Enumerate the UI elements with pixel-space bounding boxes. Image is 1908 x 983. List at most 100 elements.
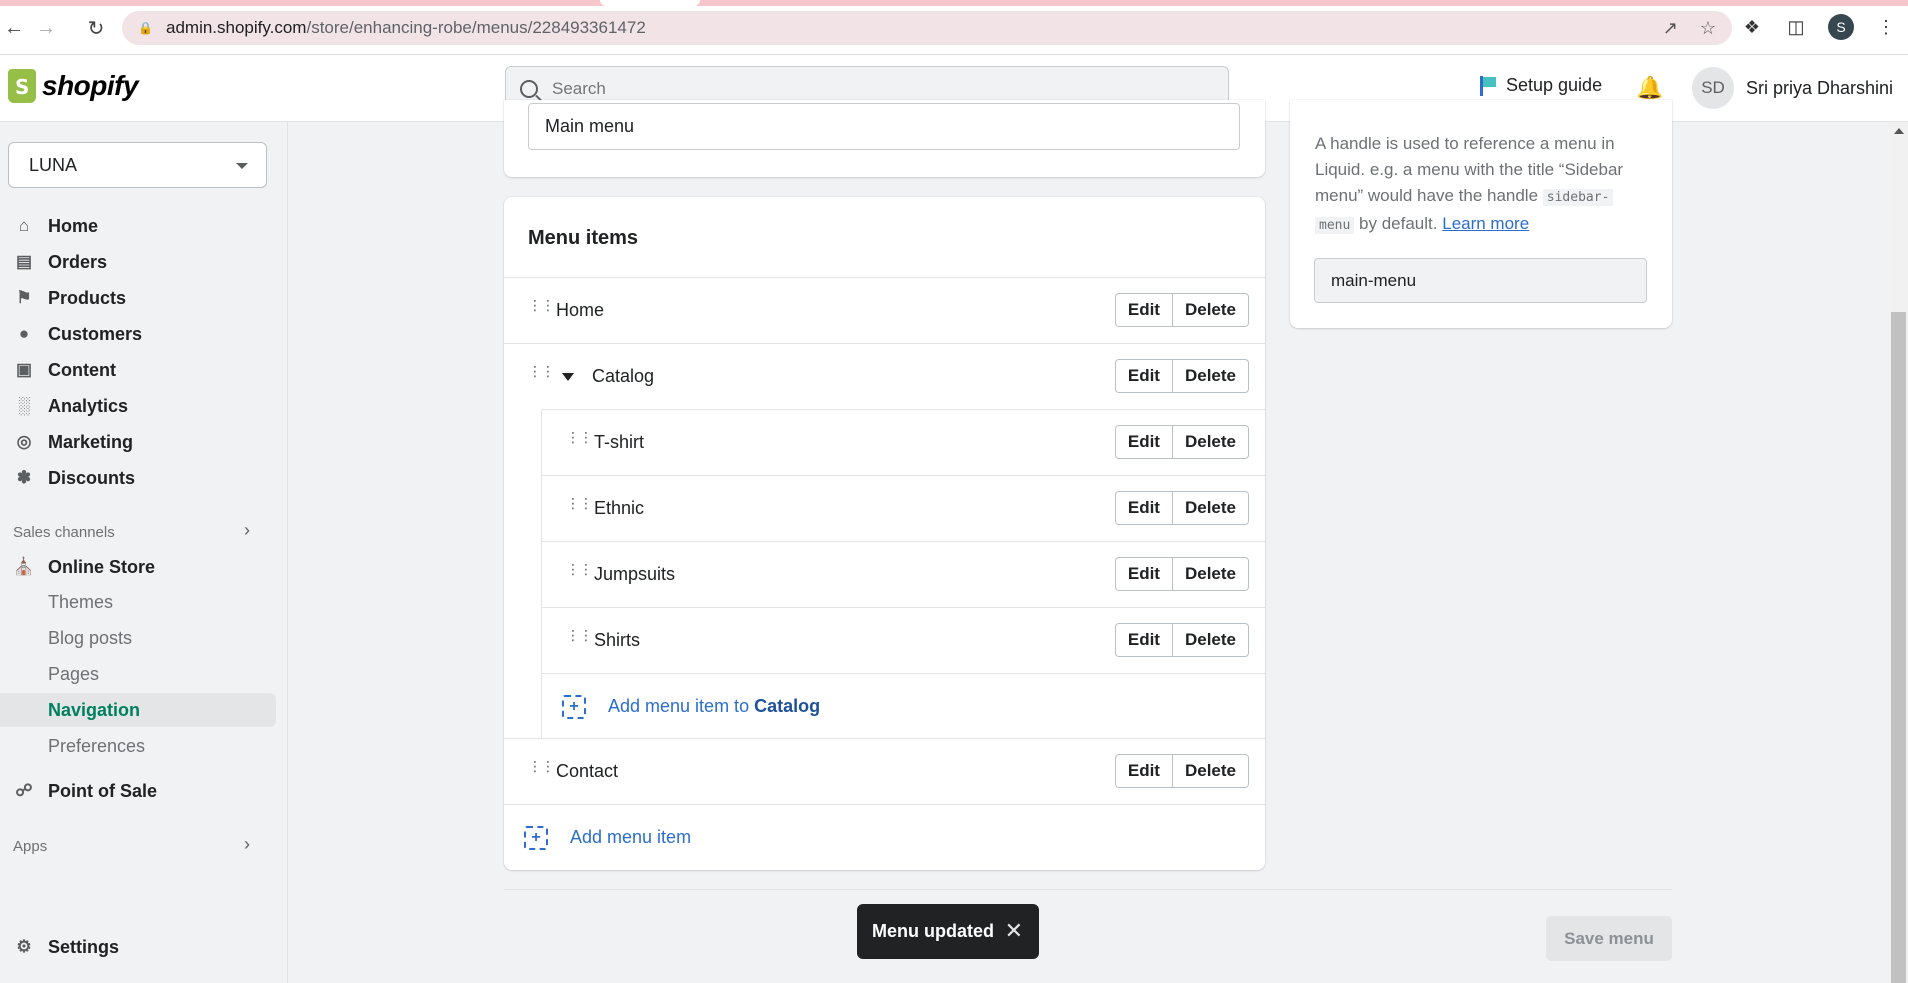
menu-item-row: ⋮⋮ Catalog Edit Delete bbox=[504, 343, 1265, 409]
drag-handle-icon[interactable]: ⋮⋮ bbox=[528, 365, 555, 385]
sidebar-item-analytics[interactable]: ░ Analytics bbox=[14, 391, 128, 421]
menu-child-row: ⋮⋮ T-shirt Edit Delete bbox=[542, 409, 1265, 475]
sidebar-item-home[interactable]: ⌂ Home bbox=[14, 211, 98, 241]
forward-arrow-icon[interactable]: → bbox=[32, 14, 60, 42]
user-menu[interactable]: SD Sri priya Dharshini bbox=[1692, 67, 1893, 109]
shopify-logo[interactable]: shopify bbox=[8, 69, 139, 103]
drag-handle-icon[interactable]: ⋮⋮ bbox=[566, 563, 593, 583]
marketing-icon: ◎ bbox=[16, 432, 32, 451]
add-box-icon[interactable]: + bbox=[524, 825, 548, 850]
sidebar-item-customers[interactable]: ● Customers bbox=[14, 319, 142, 349]
home-icon: ⌂ bbox=[18, 216, 30, 235]
page-scrollbar[interactable] bbox=[1889, 122, 1908, 983]
url-text: admin.shopify.com/store/enhancing-robe/m… bbox=[166, 18, 646, 37]
sidebar-sub-blog-posts[interactable]: Blog posts bbox=[48, 628, 132, 649]
edit-button[interactable]: Edit bbox=[1114, 425, 1173, 459]
star-icon[interactable]: ☆ bbox=[1700, 18, 1716, 39]
drag-handle-icon[interactable]: ⋮⋮ bbox=[566, 629, 593, 649]
sidebar-sub-preferences[interactable]: Preferences bbox=[48, 736, 145, 757]
kebab-menu-icon[interactable]: ⋮ bbox=[1874, 15, 1898, 39]
sales-channels-label: Sales channels bbox=[13, 524, 115, 541]
sidebar-item-products[interactable]: ⚑ Products bbox=[14, 283, 126, 313]
add-box-icon[interactable]: + bbox=[562, 694, 586, 719]
lock-icon: 🔒 bbox=[138, 21, 153, 35]
drag-handle-icon[interactable]: ⋮⋮ bbox=[566, 497, 593, 517]
menu-child-row: ⋮⋮ Ethnic Edit Delete bbox=[542, 475, 1265, 541]
sidebar: LUNA ⌂ Home ▤ Orders ⚑ Products ● Custom… bbox=[0, 122, 288, 983]
delete-button[interactable]: Delete bbox=[1172, 293, 1249, 327]
menu-child-row: ⋮⋮ Jumpsuits Edit Delete bbox=[542, 541, 1265, 607]
chevron-right-icon[interactable]: › bbox=[244, 834, 250, 855]
caret-down-icon[interactable] bbox=[562, 372, 574, 381]
edit-button[interactable]: Edit bbox=[1114, 557, 1173, 591]
store-icon: ⛪ bbox=[13, 557, 35, 576]
handle-description: A handle is used to reference a menu in … bbox=[1315, 134, 1624, 234]
gear-icon: ⚙ bbox=[16, 937, 32, 956]
delete-button[interactable]: Delete bbox=[1172, 557, 1249, 591]
shopify-bag-icon bbox=[8, 69, 36, 103]
tag-icon: ⚑ bbox=[16, 288, 32, 307]
search-input[interactable] bbox=[552, 78, 1152, 99]
setup-guide-button[interactable]: Setup guide bbox=[1480, 75, 1602, 96]
sidebar-item-marketing[interactable]: ◎ Marketing bbox=[14, 427, 133, 457]
sidebar-item-orders[interactable]: ▤ Orders bbox=[14, 247, 107, 277]
edit-button[interactable]: Edit bbox=[1114, 293, 1173, 327]
pos-icon: ☍ bbox=[15, 781, 33, 800]
profile-avatar[interactable]: S bbox=[1828, 14, 1854, 40]
sidebar-item-settings[interactable]: ⚙ Settings bbox=[14, 932, 119, 962]
delete-button[interactable]: Delete bbox=[1172, 425, 1249, 459]
flag-icon bbox=[1480, 75, 1496, 96]
orders-icon: ▤ bbox=[15, 252, 33, 271]
toast-notification: Menu updated ✕ bbox=[857, 904, 1039, 959]
drag-handle-icon[interactable]: ⋮⋮ bbox=[528, 760, 555, 780]
menu-item-row: ⋮⋮ Contact Edit Delete bbox=[504, 738, 1265, 804]
scroll-up-arrow-icon[interactable] bbox=[1894, 128, 1904, 134]
menu-items-heading: Menu items bbox=[528, 227, 639, 249]
sidebar-sub-themes[interactable]: Themes bbox=[48, 592, 113, 613]
back-arrow-icon[interactable]: ← bbox=[0, 14, 28, 42]
edit-button[interactable]: Edit bbox=[1114, 491, 1173, 525]
drag-handle-icon[interactable]: ⋮⋮ bbox=[566, 431, 593, 451]
add-child-row: + Add menu item to Catalog bbox=[542, 673, 1265, 739]
sidebar-sub-pages[interactable]: Pages bbox=[48, 664, 99, 685]
caret-down-icon bbox=[236, 163, 248, 169]
sidebar-item-content[interactable]: ▣ Content bbox=[14, 355, 116, 385]
person-icon: ● bbox=[18, 324, 30, 343]
sidebar-item-discounts[interactable]: ✽ Discounts bbox=[14, 463, 135, 493]
content-icon: ▣ bbox=[15, 360, 33, 379]
side-panel-icon[interactable]: ◫ bbox=[1784, 15, 1808, 39]
close-icon[interactable]: ✕ bbox=[1005, 918, 1023, 944]
share-icon[interactable]: ↗ bbox=[1663, 18, 1678, 39]
sidebar-item-online-store[interactable]: ⛪ Online Store bbox=[13, 552, 155, 582]
scrollbar-thumb[interactable] bbox=[1891, 312, 1906, 983]
chevron-right-icon[interactable]: › bbox=[244, 520, 250, 541]
drag-handle-icon[interactable]: ⋮⋮ bbox=[528, 299, 555, 319]
handle-input[interactable]: main-menu bbox=[1314, 258, 1647, 303]
edit-button[interactable]: Edit bbox=[1114, 754, 1173, 788]
store-selector[interactable]: LUNA bbox=[8, 142, 267, 188]
address-bar[interactable]: 🔒 admin.shopify.com/store/enhancing-robe… bbox=[122, 11, 1732, 45]
menu-child-row: ⋮⋮ Shirts Edit Delete bbox=[542, 607, 1265, 673]
menu-item-row: ⋮⋮ Home Edit Delete bbox=[504, 277, 1265, 343]
reload-icon[interactable]: ↻ bbox=[82, 14, 110, 42]
delete-button[interactable]: Delete bbox=[1172, 359, 1249, 393]
save-menu-button[interactable]: Save menu bbox=[1546, 916, 1672, 961]
extensions-icon[interactable]: ❖ bbox=[1740, 15, 1764, 39]
bar-chart-icon: ░ bbox=[17, 396, 31, 415]
sidebar-sub-navigation[interactable]: Navigation bbox=[48, 700, 140, 721]
sidebar-item-point-of-sale[interactable]: ☍ Point of Sale bbox=[14, 776, 157, 806]
delete-button[interactable]: Delete bbox=[1172, 491, 1249, 525]
delete-button[interactable]: Delete bbox=[1172, 623, 1249, 657]
add-menu-item-to-catalog-link[interactable]: Add menu item to Catalog bbox=[608, 696, 820, 717]
user-name: Sri priya Dharshini bbox=[1746, 77, 1894, 98]
learn-more-link[interactable]: Learn more bbox=[1442, 214, 1529, 233]
apps-label: Apps bbox=[13, 838, 48, 855]
add-menu-item-link[interactable]: Add menu item bbox=[570, 827, 691, 848]
delete-button[interactable]: Delete bbox=[1172, 754, 1249, 788]
add-item-row: + Add menu item bbox=[504, 804, 1265, 870]
edit-button[interactable]: Edit bbox=[1114, 623, 1173, 657]
menu-title-input[interactable]: Main menu bbox=[528, 103, 1240, 150]
search-icon bbox=[520, 79, 538, 98]
bell-icon[interactable]: 🔔 bbox=[1636, 75, 1663, 100]
edit-button[interactable]: Edit bbox=[1114, 359, 1173, 393]
